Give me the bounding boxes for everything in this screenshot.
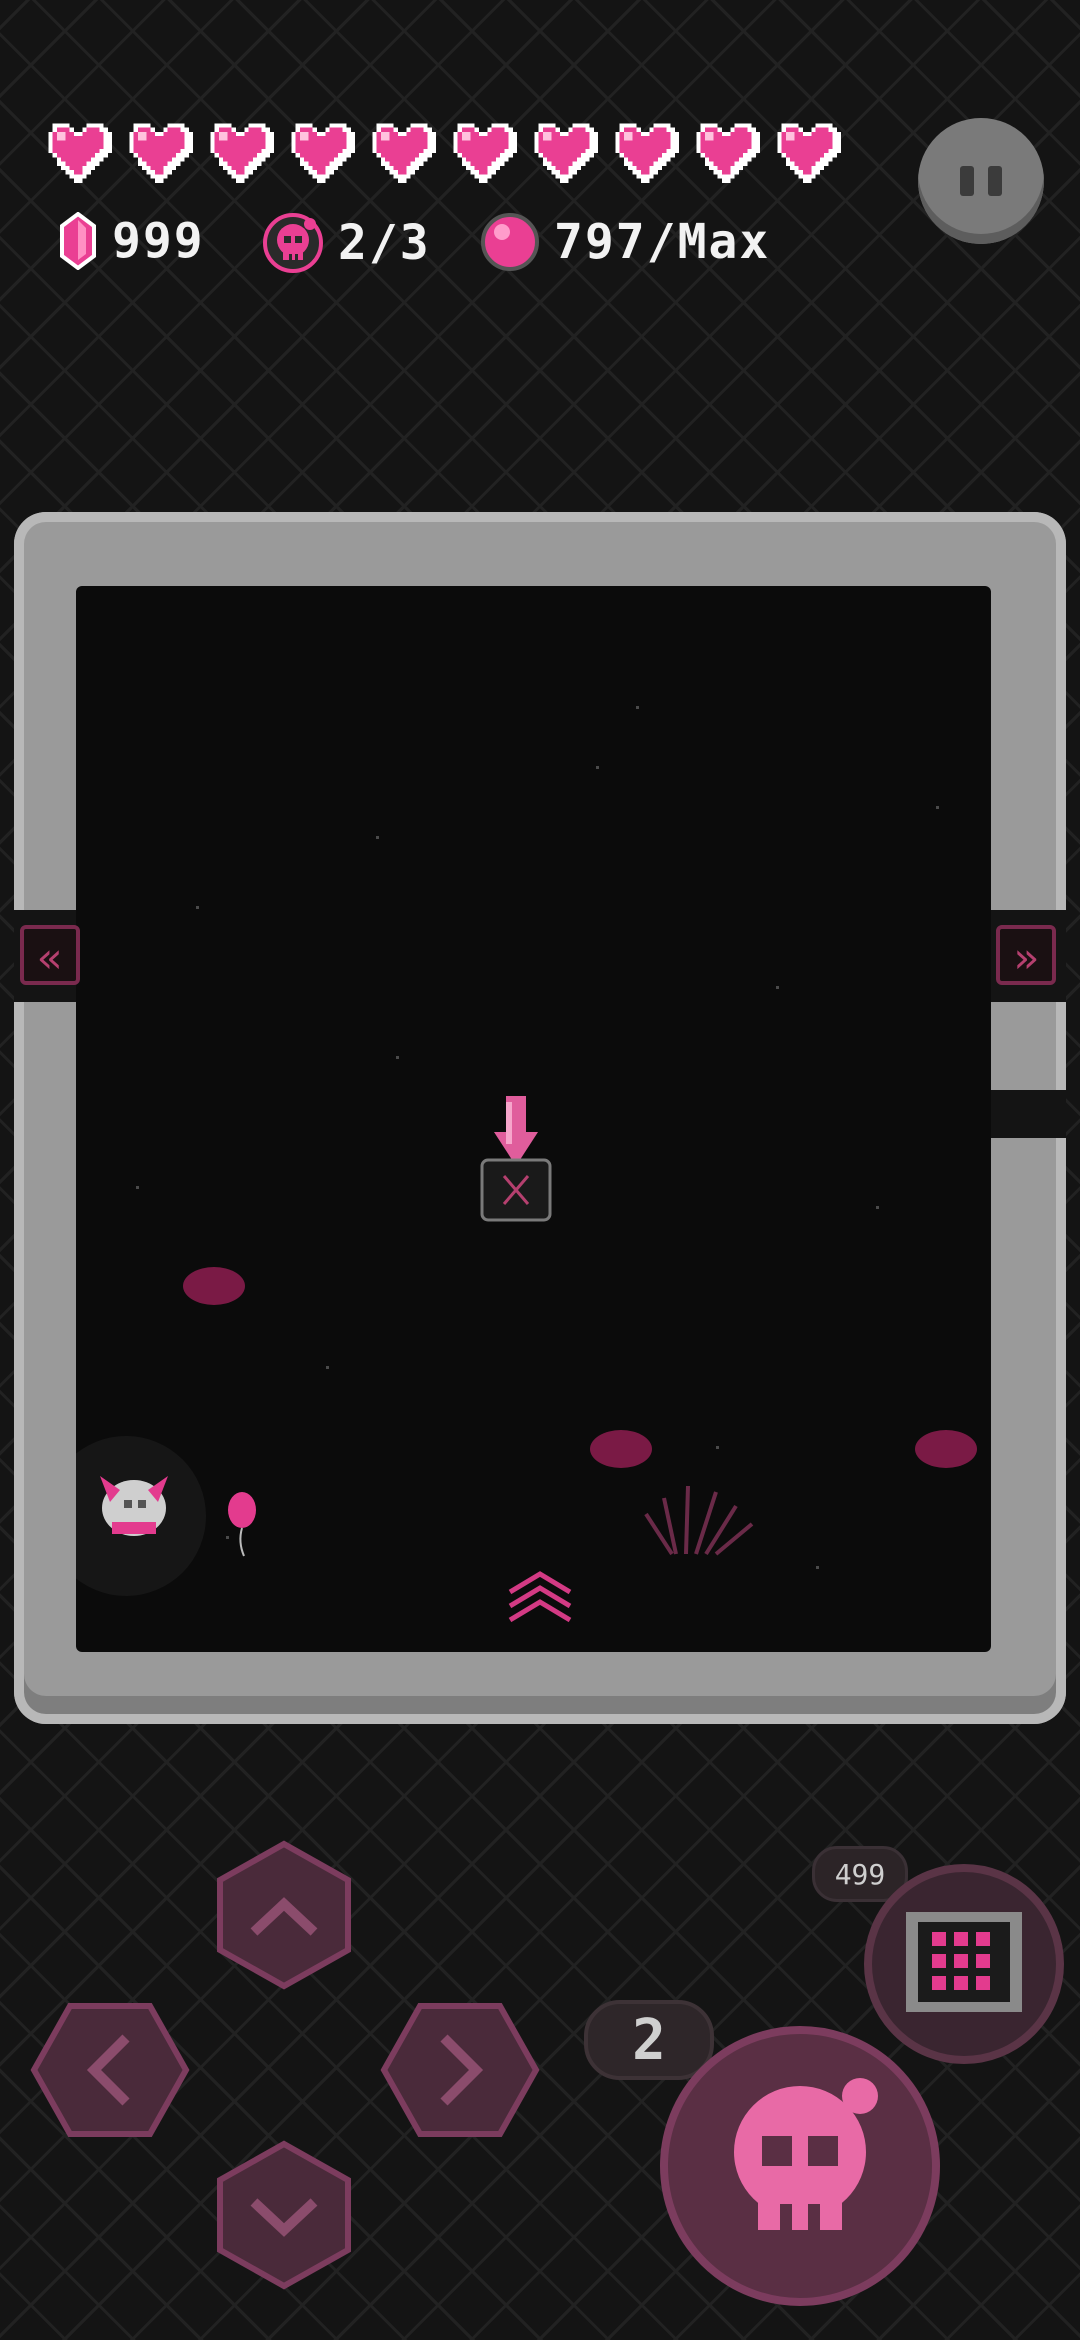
orb-counter: 797/Max — [480, 212, 770, 272]
attack-button[interactable] — [658, 2024, 942, 2308]
balloon-icon — [228, 1492, 256, 1557]
right-wall-gap — [990, 1090, 1066, 1138]
heart-icon — [611, 118, 679, 188]
gem-counter: 999 — [58, 212, 205, 270]
tile-map-icon — [932, 1932, 990, 1990]
orb-count: 797/Max — [554, 214, 771, 270]
heart-icon — [368, 118, 436, 188]
pink-hole — [590, 1430, 652, 1468]
pause-icon — [960, 166, 974, 196]
left-door-chevron-icon[interactable]: « — [20, 925, 80, 985]
player-character-icon — [76, 1436, 206, 1596]
skull-badge-icon — [263, 213, 323, 273]
heart-icon — [44, 118, 112, 188]
pause-icon-bar — [988, 166, 1002, 196]
heart-icon — [206, 118, 274, 188]
right-door-chevron-icon[interactable]: » — [996, 925, 1056, 985]
heart-icon — [125, 118, 193, 188]
heart-icon — [449, 118, 517, 188]
heart-icon — [692, 118, 760, 188]
pause-button[interactable] — [918, 118, 1044, 244]
health-hearts — [44, 118, 841, 188]
crystal-icon — [60, 212, 96, 270]
kill-count: 2/3 — [338, 215, 431, 271]
resource-stats: 999 2/3 797/Max — [58, 212, 818, 282]
heart-icon — [530, 118, 598, 188]
hud: 999 2/3 797/Max — [0, 0, 1080, 320]
arena-floor — [76, 586, 991, 1652]
arena-scene — [76, 706, 977, 1623]
pink-hole — [915, 1430, 977, 1468]
dpad-left-button[interactable] — [30, 2000, 190, 2140]
orb-icon — [481, 213, 539, 271]
exit-chevron-icon — [508, 1571, 572, 1623]
dpad-right-button[interactable] — [380, 2000, 540, 2140]
heart-icon — [773, 118, 841, 188]
gem-count: 999 — [112, 213, 205, 269]
dpad-down-button[interactable] — [214, 2140, 354, 2290]
treasure-marker-icon — [480, 1096, 552, 1222]
heart-icon — [287, 118, 355, 188]
dpad-up-button[interactable] — [214, 1840, 354, 1990]
floor-speckles — [136, 706, 939, 1569]
kill-counter: 2/3 — [262, 212, 431, 274]
grass-tuft — [644, 1485, 754, 1556]
pink-hole — [183, 1267, 245, 1305]
